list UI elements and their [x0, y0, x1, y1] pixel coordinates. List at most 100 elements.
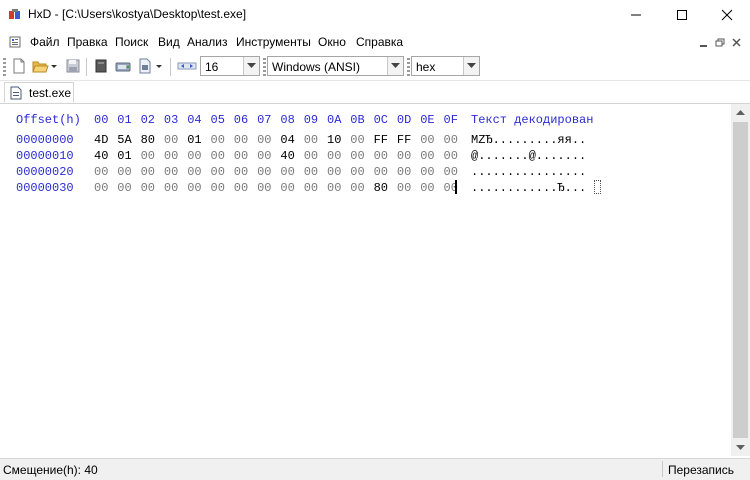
- decoded-text[interactable]: ............Ђ...: [471, 180, 586, 196]
- hex-byte[interactable]: 00: [444, 180, 462, 196]
- toolbar-grip[interactable]: [407, 58, 410, 76]
- hex-byte[interactable]: 00: [257, 148, 275, 164]
- hex-byte[interactable]: FF: [397, 132, 415, 148]
- hex-byte[interactable]: 00: [94, 164, 112, 180]
- hex-byte[interactable]: 00: [374, 148, 392, 164]
- hex-byte[interactable]: 00: [211, 132, 229, 148]
- hex-byte[interactable]: 00: [350, 180, 368, 196]
- hex-byte[interactable]: 00: [211, 164, 229, 180]
- hex-byte[interactable]: 00: [187, 164, 205, 180]
- ram-dropdown-icon[interactable]: [155, 57, 164, 75]
- hex-byte[interactable]: 5A: [117, 132, 135, 148]
- open-file-icon[interactable]: [31, 57, 49, 75]
- new-file-icon[interactable]: [10, 57, 28, 75]
- hex-byte[interactable]: 00: [374, 164, 392, 180]
- status-mode[interactable]: Перезапись: [668, 463, 734, 477]
- hex-byte[interactable]: 4D: [94, 132, 112, 148]
- hex-byte[interactable]: 00: [304, 164, 322, 180]
- menu-analysis[interactable]: Анализ: [187, 35, 228, 49]
- menu-edit[interactable]: Правка: [67, 35, 108, 49]
- save-icon[interactable]: [64, 57, 82, 75]
- hex-byte[interactable]: 00: [141, 148, 159, 164]
- hex-editor-view[interactable]: Offset(h) 00 01 02 03 04 05 06 07 08 09 0A 0B 0C 0D 0E…: [0, 104, 731, 456]
- hex-byte[interactable]: 40: [94, 148, 112, 164]
- close-button[interactable]: [704, 0, 750, 30]
- decoded-text[interactable]: @.......@.......: [471, 148, 586, 164]
- hex-byte[interactable]: 00: [350, 148, 368, 164]
- hex-byte[interactable]: 00: [420, 180, 438, 196]
- hex-byte[interactable]: 00: [304, 132, 322, 148]
- chevron-down-icon[interactable]: [463, 57, 479, 75]
- hex-byte[interactable]: 80: [374, 180, 392, 196]
- close-file-icon[interactable]: [92, 57, 110, 75]
- hex-byte[interactable]: 00: [350, 132, 368, 148]
- hex-byte[interactable]: 00: [257, 132, 275, 148]
- hex-byte[interactable]: 00: [420, 148, 438, 164]
- hex-byte[interactable]: 00: [164, 132, 182, 148]
- hex-byte[interactable]: 00: [117, 180, 135, 196]
- hex-byte[interactable]: 00: [304, 180, 322, 196]
- document-system-menu-icon[interactable]: [9, 36, 21, 48]
- scroll-down-button[interactable]: [731, 439, 750, 456]
- menu-help[interactable]: Справка: [356, 35, 403, 49]
- chevron-down-icon[interactable]: [387, 57, 403, 75]
- hex-byte[interactable]: 00: [327, 148, 345, 164]
- hex-byte[interactable]: 00: [397, 148, 415, 164]
- hex-byte[interactable]: 00: [350, 164, 368, 180]
- hex-byte[interactable]: 00: [397, 180, 415, 196]
- hex-byte[interactable]: 01: [187, 132, 205, 148]
- vertical-scrollbar[interactable]: [731, 104, 750, 456]
- hex-byte[interactable]: 00: [444, 164, 462, 180]
- maximize-button[interactable]: [659, 0, 705, 30]
- decoded-text[interactable]: ................: [471, 164, 586, 180]
- toolbar-grip[interactable]: [3, 58, 6, 76]
- hex-byte[interactable]: 00: [280, 164, 298, 180]
- hex-byte[interactable]: 00: [164, 180, 182, 196]
- minimize-button[interactable]: [613, 0, 659, 30]
- open-ram-icon[interactable]: [136, 57, 154, 75]
- hex-byte[interactable]: 00: [141, 164, 159, 180]
- hex-byte[interactable]: 00: [397, 164, 415, 180]
- chevron-down-icon[interactable]: [243, 57, 259, 75]
- offset-base-select[interactable]: hex: [411, 56, 480, 76]
- tab-test-exe[interactable]: test.exe: [4, 82, 74, 103]
- hex-byte[interactable]: 00: [164, 164, 182, 180]
- hex-byte[interactable]: 00: [444, 148, 462, 164]
- hex-byte[interactable]: 00: [420, 164, 438, 180]
- menu-file[interactable]: Файл: [30, 35, 60, 49]
- hex-byte[interactable]: 80: [141, 132, 159, 148]
- hex-byte[interactable]: 00: [211, 148, 229, 164]
- open-dropdown-icon[interactable]: [50, 57, 59, 75]
- hex-byte[interactable]: 00: [211, 180, 229, 196]
- hex-byte[interactable]: 00: [280, 180, 298, 196]
- hex-byte[interactable]: 00: [117, 164, 135, 180]
- hex-byte[interactable]: 00: [234, 164, 252, 180]
- hex-byte[interactable]: FF: [374, 132, 392, 148]
- hex-byte[interactable]: 00: [304, 148, 322, 164]
- hex-byte[interactable]: 00: [444, 132, 462, 148]
- hex-byte[interactable]: 00: [327, 164, 345, 180]
- title-bar[interactable]: HxD - [C:\Users\kostya\Desktop\test.exe]: [0, 0, 750, 30]
- hex-byte[interactable]: 00: [234, 132, 252, 148]
- hex-byte[interactable]: 00: [187, 148, 205, 164]
- columns-icon[interactable]: [176, 57, 198, 75]
- mdi-close-icon[interactable]: [731, 37, 743, 47]
- toolbar-grip[interactable]: [263, 58, 266, 76]
- hex-byte[interactable]: 04: [280, 132, 298, 148]
- hex-byte[interactable]: 00: [187, 180, 205, 196]
- menu-window[interactable]: Окно: [318, 35, 346, 49]
- bytes-per-row-select[interactable]: 16: [200, 56, 260, 76]
- scrollbar-thumb[interactable]: [733, 122, 748, 438]
- charset-select[interactable]: Windows (ANSI): [267, 56, 404, 76]
- hex-byte[interactable]: 00: [257, 164, 275, 180]
- menu-search[interactable]: Поиск: [115, 35, 148, 49]
- mdi-restore-icon[interactable]: [714, 37, 726, 47]
- hex-byte[interactable]: 01: [117, 148, 135, 164]
- decoded-text[interactable]: MZЂ.........яя..: [471, 132, 586, 148]
- hex-byte[interactable]: 00: [234, 180, 252, 196]
- mdi-minimize-icon[interactable]: [698, 37, 710, 47]
- hex-byte[interactable]: 00: [94, 180, 112, 196]
- hex-byte[interactable]: 10: [327, 132, 345, 148]
- open-disk-icon[interactable]: [114, 57, 132, 75]
- menu-tools[interactable]: Инструменты: [236, 35, 311, 49]
